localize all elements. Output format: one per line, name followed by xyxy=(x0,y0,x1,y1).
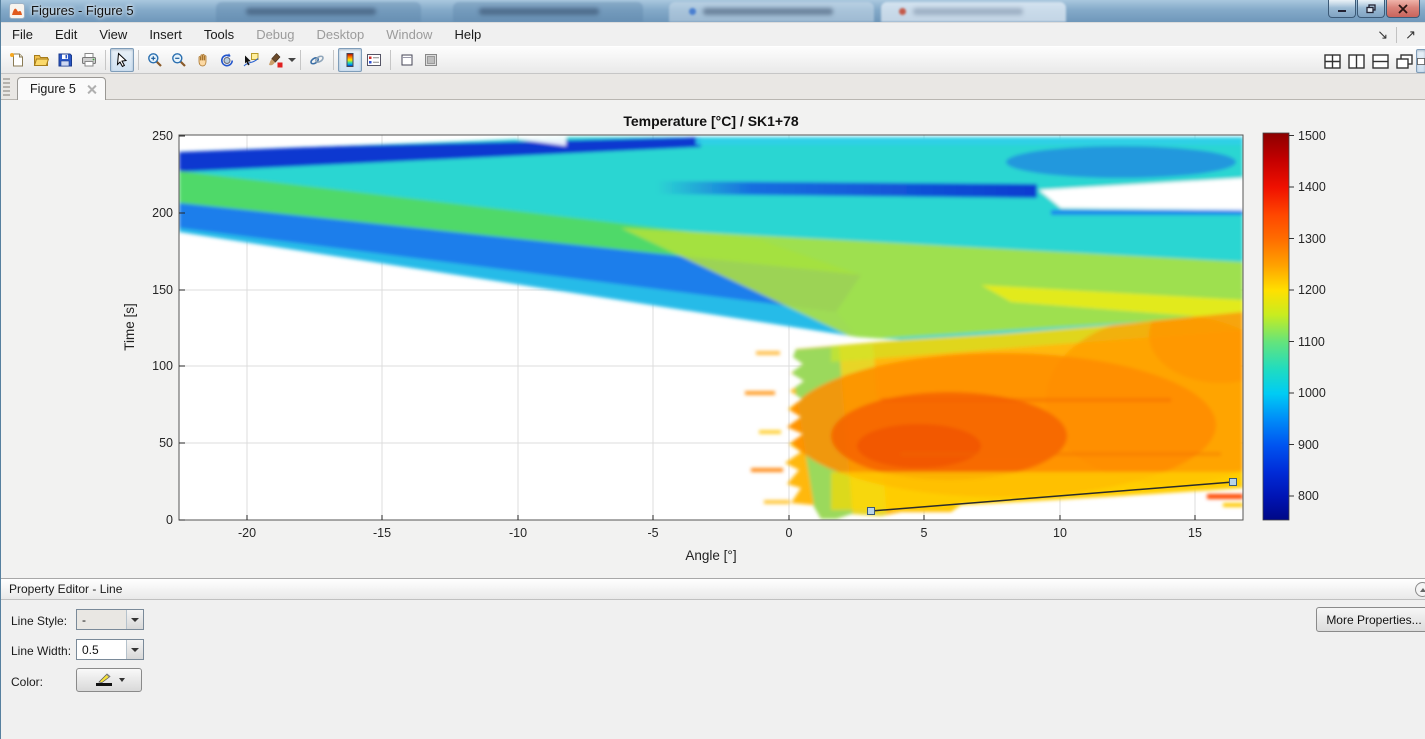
line-width-dropdown-icon[interactable] xyxy=(126,640,143,659)
insert-colorbar-icon[interactable] xyxy=(338,48,362,72)
window-title: Figures - Figure 5 xyxy=(31,3,134,18)
document-tab-bar: Figure 5 xyxy=(1,74,1425,100)
menu-insert[interactable]: Insert xyxy=(138,24,193,45)
svg-text:0: 0 xyxy=(166,513,173,527)
line-handle-start[interactable] xyxy=(868,508,875,515)
tile-columns-icon[interactable] xyxy=(1344,49,1368,73)
collapse-panel-icon[interactable] xyxy=(1415,582,1425,597)
maximize-tab-icon[interactable] xyxy=(1416,49,1425,73)
line-style-label: Line Style: xyxy=(11,614,67,628)
figure-canvas[interactable]: -20 -15 -10 -5 0 5 10 15 250 200 150 100… xyxy=(1,100,1425,578)
open-file-icon[interactable] xyxy=(29,48,53,72)
show-plot-tools-icon[interactable] xyxy=(419,48,443,72)
brush-dropdown-icon[interactable] xyxy=(288,58,296,62)
edit-plot-icon[interactable] xyxy=(110,48,134,72)
svg-text:5: 5 xyxy=(921,526,928,540)
color-pen-icon xyxy=(94,673,116,687)
svg-text:1000: 1000 xyxy=(1298,386,1326,400)
zoom-in-icon[interactable] xyxy=(143,48,167,72)
svg-text:10: 10 xyxy=(1053,526,1067,540)
svg-text:-5: -5 xyxy=(647,526,658,540)
property-editor-panel: Property Editor - Line Line Style: - Lin… xyxy=(1,578,1425,739)
line-handle-end[interactable] xyxy=(1230,479,1237,486)
print-figure-icon[interactable] xyxy=(77,48,101,72)
menu-desktop: Desktop xyxy=(306,24,376,45)
dock-figure-icon[interactable]: ↘ xyxy=(1371,27,1394,43)
drag-grip[interactable] xyxy=(3,78,10,96)
new-figure-icon[interactable] xyxy=(5,48,29,72)
line-width-value: 0.5 xyxy=(77,643,126,657)
svg-text:0: 0 xyxy=(786,526,793,540)
plot-title: Temperature [°C] / SK1+78 xyxy=(623,113,799,129)
svg-text:-20: -20 xyxy=(238,526,256,540)
tile-rows-icon[interactable] xyxy=(1368,49,1392,73)
hide-plot-tools-icon[interactable] xyxy=(395,48,419,72)
line-style-combobox[interactable]: - xyxy=(76,609,144,630)
x-axis-label: Angle [°] xyxy=(685,548,736,563)
minimize-button[interactable] xyxy=(1328,0,1356,18)
svg-text:1400: 1400 xyxy=(1298,180,1326,194)
svg-text:800: 800 xyxy=(1298,489,1319,503)
menu-view[interactable]: View xyxy=(88,24,138,45)
save-figure-icon[interactable] xyxy=(53,48,77,72)
svg-text:250: 250 xyxy=(152,129,173,143)
menu-bar: File Edit View Insert Tools Debug Deskto… xyxy=(1,22,1425,46)
divider xyxy=(138,50,139,70)
menu-help[interactable]: Help xyxy=(443,24,492,45)
tab-close-icon[interactable] xyxy=(86,84,97,95)
svg-text:150: 150 xyxy=(152,283,173,297)
svg-text:1300: 1300 xyxy=(1298,232,1326,246)
line-width-label: Line Width: xyxy=(11,644,71,658)
link-plot-icon[interactable] xyxy=(305,48,329,72)
tab-label: Figure 5 xyxy=(30,82,76,96)
menu-file[interactable]: File xyxy=(1,24,44,45)
more-properties-button[interactable]: More Properties... xyxy=(1316,607,1425,632)
color-label: Color: xyxy=(11,675,43,689)
window-titlebar: Figures - Figure 5 xyxy=(1,0,1425,22)
svg-text:50: 50 xyxy=(159,436,173,450)
svg-text:1500: 1500 xyxy=(1298,129,1326,143)
property-editor-title: Property Editor - Line xyxy=(9,582,122,596)
divider xyxy=(1396,27,1397,43)
svg-text:200: 200 xyxy=(152,206,173,220)
divider xyxy=(300,50,301,70)
divider xyxy=(390,50,391,70)
line-style-value: - xyxy=(77,613,126,627)
svg-text:900: 900 xyxy=(1298,438,1319,452)
menu-debug: Debug xyxy=(245,24,305,45)
svg-text:100: 100 xyxy=(152,359,173,373)
divider xyxy=(333,50,334,70)
svg-text:1200: 1200 xyxy=(1298,283,1326,297)
line-style-dropdown-icon[interactable] xyxy=(126,610,143,629)
property-editor-header: Property Editor - Line xyxy=(1,579,1425,600)
zoom-out-icon[interactable] xyxy=(167,48,191,72)
float-windows-icon[interactable] xyxy=(1392,49,1416,73)
rotate-3d-icon[interactable] xyxy=(215,48,239,72)
heatmap-plot[interactable]: -20 -15 -10 -5 0 5 10 15 250 200 150 100… xyxy=(1,100,1425,578)
divider xyxy=(105,50,106,70)
matlab-logo-icon xyxy=(9,3,25,19)
close-button[interactable] xyxy=(1386,0,1420,18)
svg-text:-10: -10 xyxy=(509,526,527,540)
line-width-combobox[interactable]: 0.5 xyxy=(76,639,144,660)
svg-text:15: 15 xyxy=(1188,526,1202,540)
line-color-button[interactable] xyxy=(76,668,142,692)
tile-grid-icon[interactable] xyxy=(1320,49,1344,73)
svg-text:-15: -15 xyxy=(373,526,391,540)
pan-icon[interactable] xyxy=(191,48,215,72)
menu-edit[interactable]: Edit xyxy=(44,24,88,45)
color-dropdown-icon xyxy=(119,678,125,682)
y-axis-label: Time [s] xyxy=(122,303,137,351)
menu-tools[interactable]: Tools xyxy=(193,24,245,45)
svg-text:1100: 1100 xyxy=(1298,335,1325,349)
insert-legend-icon[interactable] xyxy=(362,48,386,72)
data-cursor-icon[interactable] xyxy=(239,48,263,72)
tab-figure-5[interactable]: Figure 5 xyxy=(17,77,106,100)
figure-toolbar xyxy=(1,46,1425,74)
menu-window: Window xyxy=(375,24,443,45)
brush-data-icon[interactable] xyxy=(263,48,287,72)
undock-figure-icon[interactable]: ↗ xyxy=(1399,27,1422,43)
restore-button[interactable] xyxy=(1357,0,1385,18)
